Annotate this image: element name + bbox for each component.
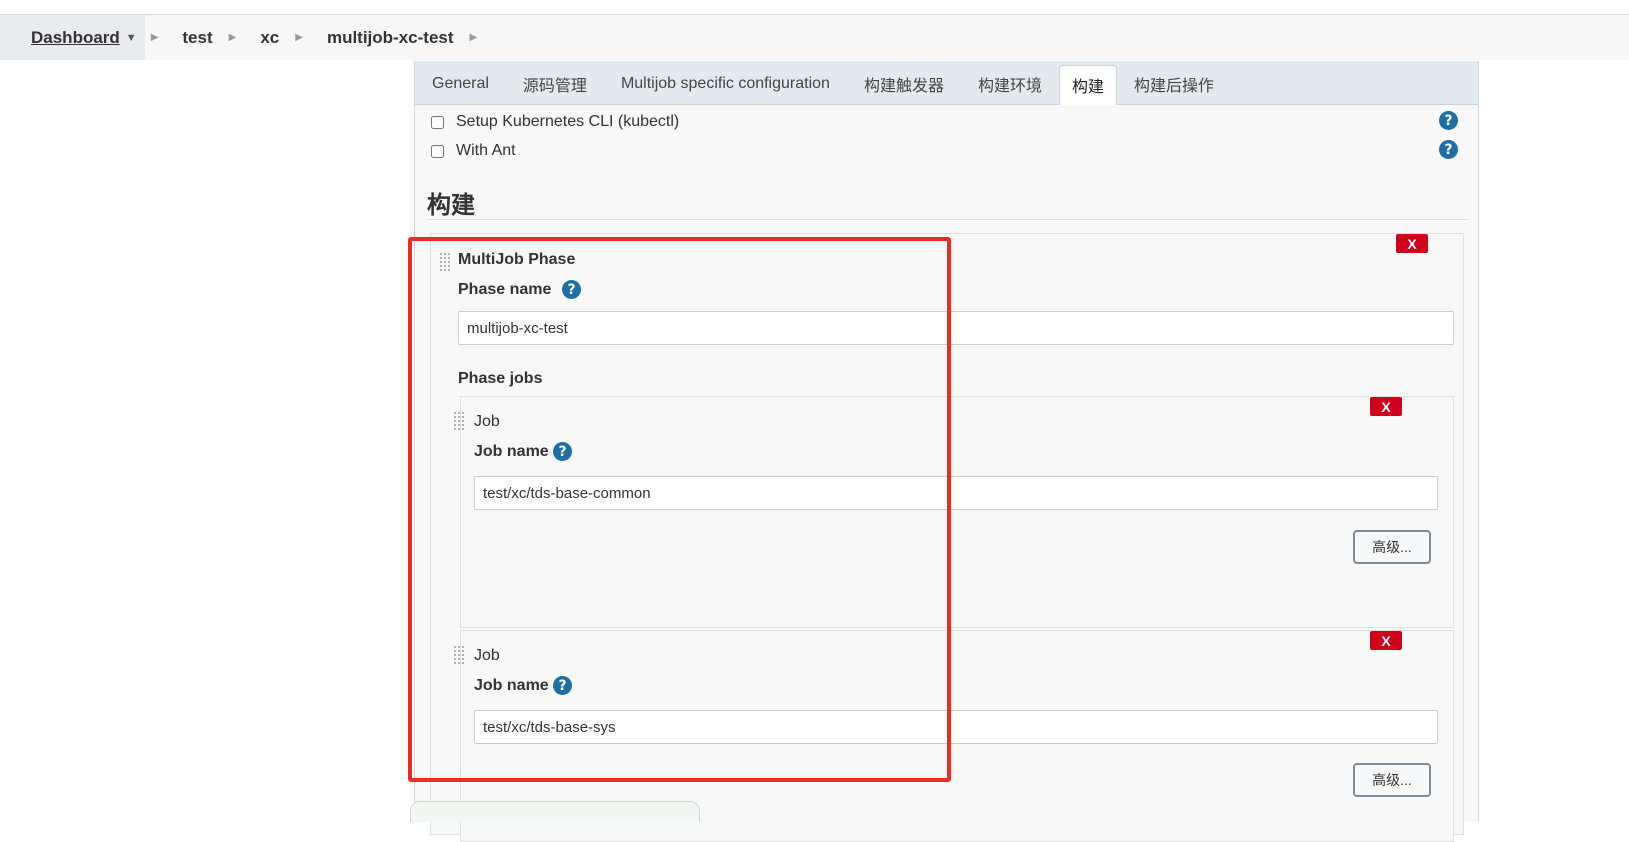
help-icon[interactable]: ? [553,676,572,695]
kubectl-label: Setup Kubernetes CLI (kubectl) [456,113,680,130]
drag-handle-icon[interactable] [453,411,465,431]
job-name-input[interactable] [474,476,1438,510]
drag-handle-icon[interactable] [453,645,465,665]
kubectl-checkbox[interactable] [431,115,444,129]
breadcrumb-dashboard-label[interactable]: Dashboard [31,28,120,48]
section-divider [427,219,1467,220]
ant-checkbox[interactable] [431,144,444,158]
phase-jobs-label: Phase jobs [458,370,543,387]
chevron-right-icon: ▶ [295,32,303,43]
chevron-right-icon[interactable]: ▶ [470,32,478,43]
drag-handle-icon[interactable] [439,252,451,272]
tab-build[interactable]: 构建 [1058,65,1117,105]
config-panel: General 源码管理 Multijob specific configura… [414,61,1479,842]
ant-label: With Ant [456,142,516,159]
tab-post-build[interactable]: 构建后操作 [1117,64,1231,104]
breadcrumb-multijob[interactable]: multijob-xc-test [317,15,464,60]
breadcrumb: Dashboard ▼ ▶ test ▶ xc ▶ multijob-xc-te… [0,15,1629,60]
ant-option: With Ant [431,140,516,162]
breadcrumb-test-label[interactable]: test [182,28,212,48]
job-name-label: Job name [474,677,549,694]
tab-build-environment[interactable]: 构建环境 [961,64,1059,104]
job-name-input[interactable] [474,710,1438,744]
build-section-title: 构建 [427,192,475,219]
job-name-label: Job name [474,443,549,460]
breadcrumb-dashboard[interactable]: Dashboard ▼ [0,15,145,60]
chevron-right-icon: ▶ [228,32,237,43]
breadcrumb-test[interactable]: test [172,15,222,60]
tab-general[interactable]: General [415,64,506,104]
advanced-button[interactable]: 高级... [1353,530,1431,564]
chevron-right-icon: ▶ [150,32,159,43]
help-icon[interactable]: ? [1439,111,1458,130]
breadcrumb-multijob-label[interactable]: multijob-xc-test [327,28,454,48]
tab-scm[interactable]: 源码管理 [506,64,604,104]
phase-name-label: Phase name [458,281,552,298]
bottom-panel-tab [410,801,700,822]
job-title: Job [474,413,500,430]
breadcrumb-xc-label[interactable]: xc [260,28,279,48]
advanced-button[interactable]: 高级... [1353,763,1431,797]
help-icon[interactable]: ? [562,280,581,299]
tab-build-triggers[interactable]: 构建触发器 [847,64,961,104]
help-icon[interactable]: ? [1439,140,1458,159]
breadcrumb-xc[interactable]: xc [250,15,289,60]
job-block: X Job Job name ? 高级... [453,396,1454,628]
config-tabs: General 源码管理 Multijob specific configura… [415,61,1478,105]
phase-title: MultiJob Phase [458,251,576,268]
tab-multijob-config[interactable]: Multijob specific configuration [604,64,847,104]
multijob-phase-block: X MultiJob Phase Phase name ? Phase jobs… [430,233,1464,842]
delete-phase-button[interactable]: X [1396,234,1428,253]
help-icon[interactable]: ? [553,442,572,461]
phase-name-input[interactable] [458,311,1454,345]
job-title: Job [474,647,500,664]
kubectl-option: Setup Kubernetes CLI (kubectl) [431,111,679,133]
caret-down-icon[interactable]: ▼ [126,32,137,44]
delete-job-button[interactable]: X [1370,397,1402,416]
delete-job-button[interactable]: X [1370,631,1402,650]
